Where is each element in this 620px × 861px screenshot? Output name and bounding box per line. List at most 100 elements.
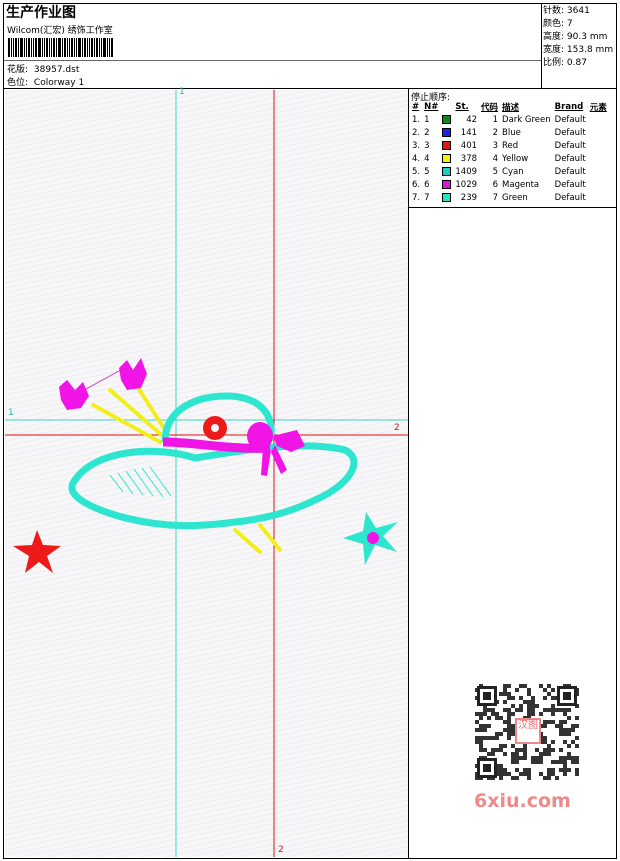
qr-module: [523, 756, 527, 760]
qr-module: [531, 760, 535, 764]
table-row: 6. 6 1029 6 Magenta Default: [410, 178, 609, 191]
qr-module: [567, 728, 571, 732]
barcode-bar: [13, 38, 14, 57]
qr-module: [531, 700, 535, 704]
row-index: 3.: [412, 140, 421, 151]
qr-module: [571, 740, 575, 744]
qr-module: [543, 740, 547, 744]
hat-flower-center: [211, 424, 219, 432]
row-index: 4.: [412, 153, 421, 164]
barcode-bar: [53, 38, 55, 57]
row-needle: 1: [424, 114, 430, 125]
qr-module: [575, 756, 579, 760]
barcode-bar: [109, 38, 110, 57]
qr-module: [575, 760, 579, 764]
qr-module: [499, 716, 503, 720]
row-brand: Default: [554, 166, 586, 177]
qr-module: [491, 752, 495, 756]
qr-module: [563, 756, 567, 760]
qr-module: [495, 716, 499, 720]
qr-module: [575, 724, 579, 728]
barcode-bar: [82, 38, 83, 57]
qr-module: [567, 744, 571, 748]
row-brand: Default: [554, 192, 586, 203]
qr-module: [507, 692, 511, 696]
qr-module: [479, 712, 483, 716]
barcode-bar: [89, 38, 90, 57]
qr-module: [503, 768, 507, 772]
qr-module: [511, 744, 515, 748]
table-row: 5. 5 1409 5 Cyan Default: [410, 165, 609, 178]
qr-module: [551, 704, 555, 708]
qr-module: [547, 748, 551, 752]
qr-module: [507, 724, 511, 728]
qr-module: [575, 716, 579, 720]
row-swatch: [440, 191, 453, 204]
row-code: 6: [492, 179, 499, 190]
header-divider-meta: [4, 60, 541, 61]
barcode-bar: [38, 38, 41, 57]
qr-module: [479, 724, 483, 728]
qr-module: [535, 704, 539, 708]
table-row: 1. 1 42 1 Dark Green Default: [410, 113, 609, 126]
qr-module: [479, 740, 483, 744]
qr-module: [511, 756, 515, 760]
row-brand: Default: [554, 127, 586, 138]
row-needle: 6: [424, 179, 430, 190]
row-element: [588, 139, 609, 152]
embroidery-design: [5, 90, 408, 857]
color-sequence-table: # N# St. 代码 描述 Brand 元素 1. 1 42 1 Dark Green…: [410, 101, 609, 204]
qr-module: [523, 748, 527, 752]
qr-module: [547, 708, 551, 712]
color-swatch: [442, 140, 452, 150]
qr-module: [551, 712, 555, 716]
qr-module: [491, 712, 495, 716]
row-code: 4: [492, 153, 499, 164]
qr-module: [523, 700, 527, 704]
qr-module: [571, 760, 575, 764]
barcode-bar: [28, 38, 30, 57]
qr-module: [567, 756, 571, 760]
row-description: Green: [502, 192, 528, 203]
qr-module: [491, 708, 495, 712]
qr-module: [559, 760, 563, 764]
qr-module: [551, 748, 555, 752]
barcode-bar: [69, 38, 70, 57]
row-code: 1: [492, 114, 499, 125]
tulip-flowers: [59, 358, 147, 410]
row-swatch: [440, 152, 453, 165]
qr-module: [559, 708, 563, 712]
colorway-row: 色位: Colorway 1: [7, 75, 84, 88]
qr-module: [523, 752, 527, 756]
page-title: 生产作业图: [6, 5, 76, 21]
row-description: Blue: [502, 127, 521, 138]
qr-module: [547, 752, 551, 756]
qr-module: [543, 752, 547, 756]
barcode-bar: [58, 38, 61, 57]
qr-module: [563, 708, 567, 712]
stat-scale: 比例: 0.87: [543, 58, 587, 68]
color-swatch: [442, 179, 452, 189]
qr-module: [503, 744, 507, 748]
qr-module: [543, 748, 547, 752]
barcode-bar: [87, 38, 88, 57]
qr-module: [563, 712, 567, 716]
table-row: 4. 4 378 4 Yellow Default: [410, 152, 609, 165]
barcode-bar: [64, 38, 66, 57]
guide-label-cyan-left: 1: [8, 408, 14, 418]
qr-module: [507, 772, 511, 776]
qr-module: [515, 776, 519, 780]
qr-module: [503, 700, 507, 704]
qr-module: [539, 772, 543, 776]
design-stats: 针数: 3641 颜色: 7 高度: 90.3 mm 宽度: 153.8 mm …: [543, 5, 617, 70]
qr-module: [519, 684, 523, 688]
qr-module: [523, 772, 527, 776]
qr-module: [551, 772, 555, 776]
barcode-bar: [35, 38, 37, 57]
qr-module: [559, 720, 563, 724]
barcode-bar: [107, 38, 108, 57]
qr-module: [527, 704, 531, 708]
barcode-bar: [26, 38, 27, 57]
row-element: [588, 113, 609, 126]
stat-colors: 颜色: 7: [543, 19, 573, 29]
